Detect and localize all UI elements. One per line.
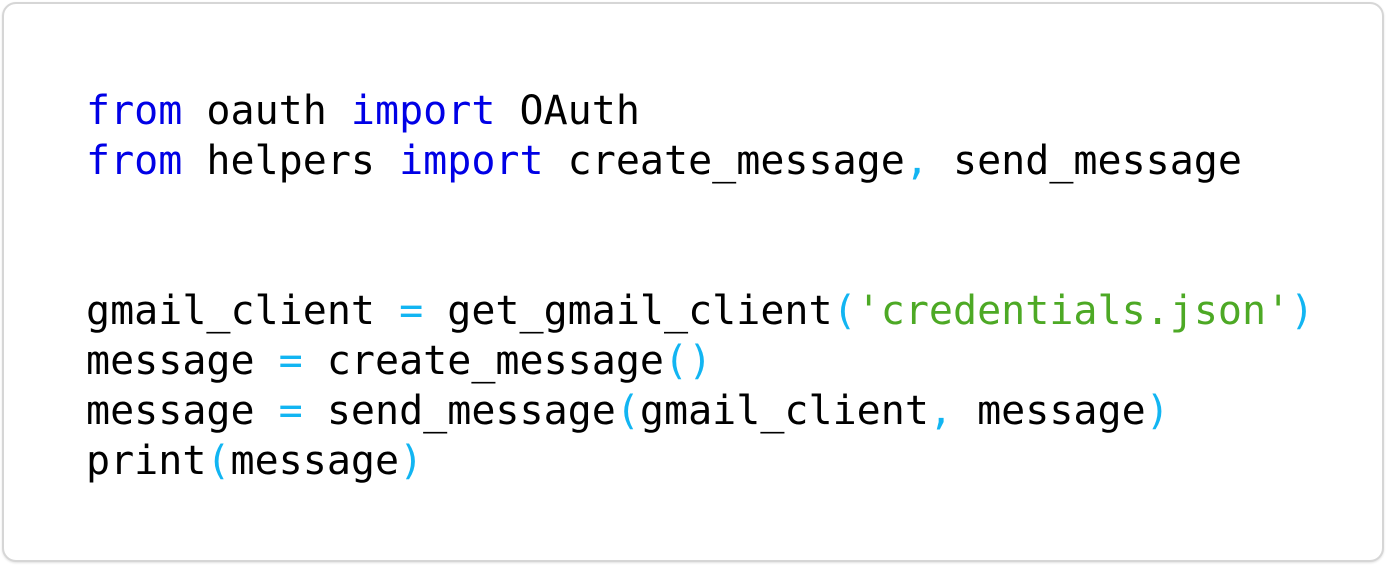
code-line-1: from oauth import OAuth	[86, 86, 1314, 136]
module-name: oauth	[182, 88, 351, 134]
code-line-7: message = send_message(gmail_client, mes…	[86, 386, 1314, 436]
function-call: create_message	[302, 338, 664, 384]
code-line-6: message = create_message()	[86, 336, 1314, 386]
argument-name: message	[953, 388, 1146, 434]
code-listing: from oauth import OAuth from helpers impo…	[86, 86, 1314, 486]
comma-punctuation: ,	[928, 388, 953, 434]
assign-operator: =	[399, 288, 424, 334]
variable-name: message	[86, 338, 279, 384]
open-paren: (	[615, 388, 640, 434]
function-call: get_gmail_client	[423, 288, 833, 334]
parens: ()	[663, 338, 713, 384]
function-call: send_message	[302, 388, 616, 434]
function-call: print	[86, 438, 207, 484]
imported-name: OAuth	[495, 88, 640, 134]
argument-name: message	[230, 438, 400, 484]
module-name: helpers	[182, 138, 400, 184]
variable-name: gmail_client	[86, 288, 400, 334]
keyword-import: import	[399, 138, 544, 184]
close-paren: )	[1290, 288, 1315, 334]
open-paren: (	[832, 288, 857, 334]
code-line-8: print(message)	[86, 436, 1314, 486]
imported-name: send_message	[928, 138, 1242, 184]
keyword-from: from	[86, 138, 183, 184]
code-line-2: from helpers import create_message, send…	[86, 136, 1314, 186]
close-paren: )	[1145, 388, 1170, 434]
comma-punctuation: ,	[904, 138, 929, 184]
keyword-from: from	[86, 88, 183, 134]
keyword-import: import	[350, 88, 496, 134]
code-line-5: gmail_client = get_gmail_client('credent…	[86, 286, 1314, 336]
code-block: from oauth import OAuth from helpers impo…	[2, 2, 1384, 562]
assign-operator: =	[278, 338, 303, 384]
close-paren: )	[399, 438, 424, 484]
open-paren: (	[206, 438, 231, 484]
variable-name: message	[86, 388, 279, 434]
string-literal: 'credentials.json'	[856, 288, 1291, 334]
imported-name: create_message	[543, 138, 905, 184]
argument-name: gmail_client	[639, 388, 929, 434]
assign-operator: =	[278, 388, 303, 434]
